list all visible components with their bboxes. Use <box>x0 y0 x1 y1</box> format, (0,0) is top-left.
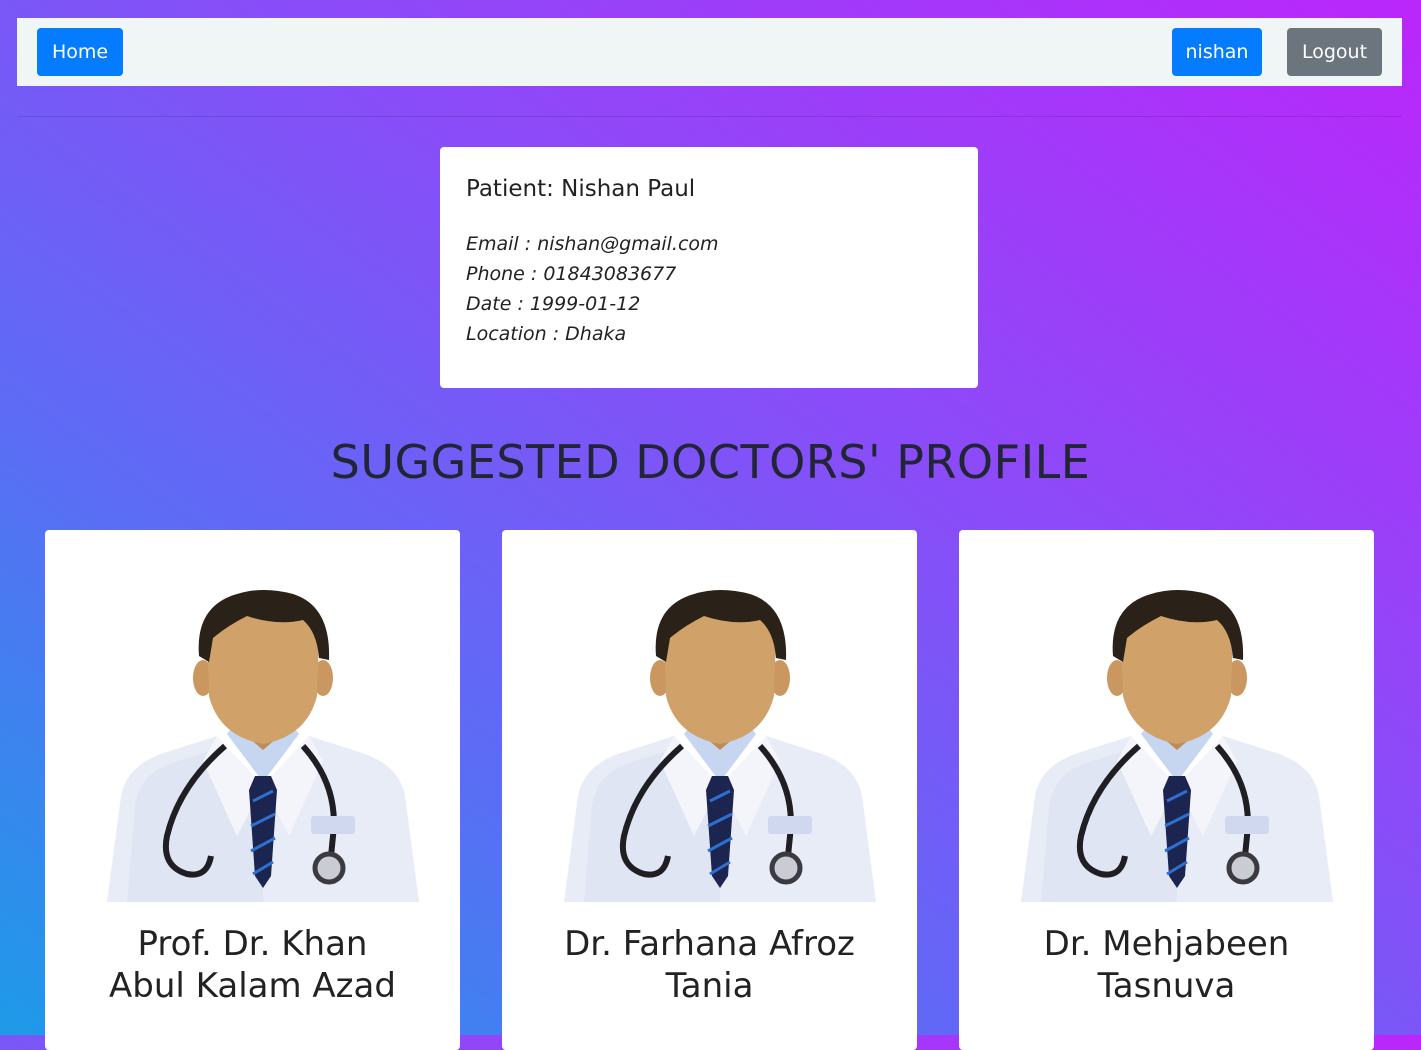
patient-phone: Phone : 01843083677 <box>466 263 677 285</box>
doctor-name-line1: Dr. Mehjabeen <box>1043 924 1290 964</box>
doctor-name-line2: Abul Kalam Azad <box>109 966 396 1006</box>
user-profile-button[interactable]: nishan <box>1172 28 1262 76</box>
patient-email: Email : nishan@gmail.com <box>466 233 719 255</box>
doctor-name: Dr. Farhana Afroz Tania <box>502 923 917 1007</box>
doctor-name: Prof. Dr. Khan Abul Kalam Azad <box>45 923 460 1007</box>
doctor-avatar-icon <box>107 586 419 902</box>
doctor-name-line1: Prof. Dr. Khan <box>137 924 368 964</box>
doctor-card[interactable]: Dr. Mehjabeen Tasnuva <box>959 530 1374 1050</box>
logout-button[interactable]: Logout <box>1287 28 1382 76</box>
patient-location: Location : Dhaka <box>466 323 627 345</box>
home-button[interactable]: Home <box>37 28 123 76</box>
doctor-name-line2: Tasnuva <box>1097 966 1236 1006</box>
patient-name-heading: Patient: Nishan Paul <box>466 176 696 202</box>
navbar: Home nishan Logout <box>17 18 1402 86</box>
doctor-card[interactable]: Dr. Farhana Afroz Tania <box>502 530 917 1050</box>
divider <box>17 116 1402 117</box>
doctor-name-line2: Tania <box>665 966 754 1006</box>
doctor-avatar-icon <box>564 586 876 902</box>
doctor-avatar-icon <box>1021 586 1333 902</box>
suggested-doctors-heading: SUGGESTED DOCTORS' PROFILE <box>330 435 1091 489</box>
patient-date: Date : 1999-01-12 <box>466 293 641 315</box>
patient-info-card: Patient: Nishan Paul Email : nishan@gmai… <box>440 147 978 388</box>
doctor-name: Dr. Mehjabeen Tasnuva <box>959 923 1374 1007</box>
doctor-name-line1: Dr. Farhana Afroz <box>564 924 855 964</box>
doctor-card[interactable]: Prof. Dr. Khan Abul Kalam Azad <box>45 530 460 1050</box>
